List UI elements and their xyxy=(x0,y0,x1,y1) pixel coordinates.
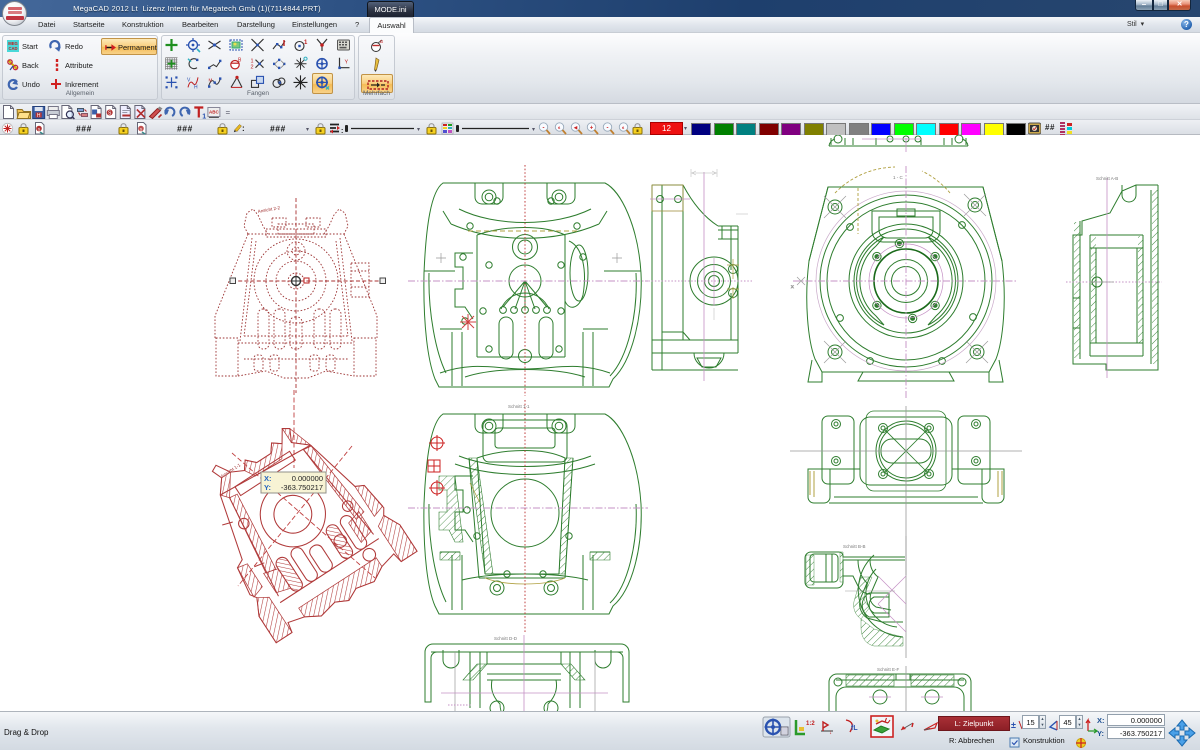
svg-text:ABC: ABC xyxy=(209,110,219,115)
svg-text:Ansicht 2-2: Ansicht 2-2 xyxy=(257,205,281,214)
svg-text:S: S xyxy=(140,127,143,132)
svg-text:###: ### xyxy=(76,124,92,134)
svg-text:Schnitt D-D: Schnitt D-D xyxy=(494,636,518,641)
svg-text:M: M xyxy=(209,77,213,82)
svg-text:X:: X: xyxy=(264,474,272,483)
svg-text:1:2: 1:2 xyxy=(806,721,815,727)
svg-text:fL: fL xyxy=(851,725,858,732)
svg-text:2: 2 xyxy=(251,65,254,71)
svg-text:B: B xyxy=(380,39,383,44)
svg-text:-: - xyxy=(607,125,609,131)
svg-text:=: = xyxy=(226,108,231,117)
svg-text:1 - C: 1 - C xyxy=(893,175,904,180)
svg-text:-: - xyxy=(543,125,545,131)
svg-text:S: S xyxy=(38,127,41,132)
svg-text:◐: ◐ xyxy=(558,125,562,131)
svg-text:###: ### xyxy=(177,124,193,134)
svg-text:-363.750217: -363.750217 xyxy=(281,483,323,492)
svg-text:###: ### xyxy=(270,124,286,134)
svg-text:Schnitt E-F: Schnitt E-F xyxy=(877,667,900,672)
svg-text:B: B xyxy=(238,58,242,64)
svg-text:X: X xyxy=(791,284,794,289)
svg-text:Schnitt A-B: Schnitt A-B xyxy=(1096,176,1118,181)
svg-text:▾: ▾ xyxy=(417,127,420,133)
svg-text:±: ± xyxy=(1011,720,1016,730)
svg-text:Ansicht 1-1: Ansicht 1-1 xyxy=(220,462,242,479)
svg-text:Schnitt B-B: Schnitt B-B xyxy=(843,544,866,549)
svg-text:Y: Y xyxy=(345,60,349,66)
svg-text:Schnitt 1-1: Schnitt 1-1 xyxy=(508,404,530,409)
svg-text:▾: ▾ xyxy=(306,127,309,133)
svg-text:↓: ↓ xyxy=(829,730,832,736)
svg-text:0.000000: 0.000000 xyxy=(292,474,323,483)
svg-text:Y:: Y: xyxy=(264,483,271,492)
svg-text::: : xyxy=(242,124,245,133)
svg-text:H: H xyxy=(37,113,41,119)
svg-text:1: 1 xyxy=(304,40,308,46)
svg-text::: : xyxy=(341,128,343,135)
svg-text:CAD: CAD xyxy=(8,46,17,51)
svg-text:◐: ◐ xyxy=(622,125,626,131)
svg-text:▾: ▾ xyxy=(532,127,535,133)
svg-text:H: H xyxy=(194,84,198,90)
svg-text:◄: ◄ xyxy=(573,125,579,131)
svg-text:+: + xyxy=(590,125,594,131)
